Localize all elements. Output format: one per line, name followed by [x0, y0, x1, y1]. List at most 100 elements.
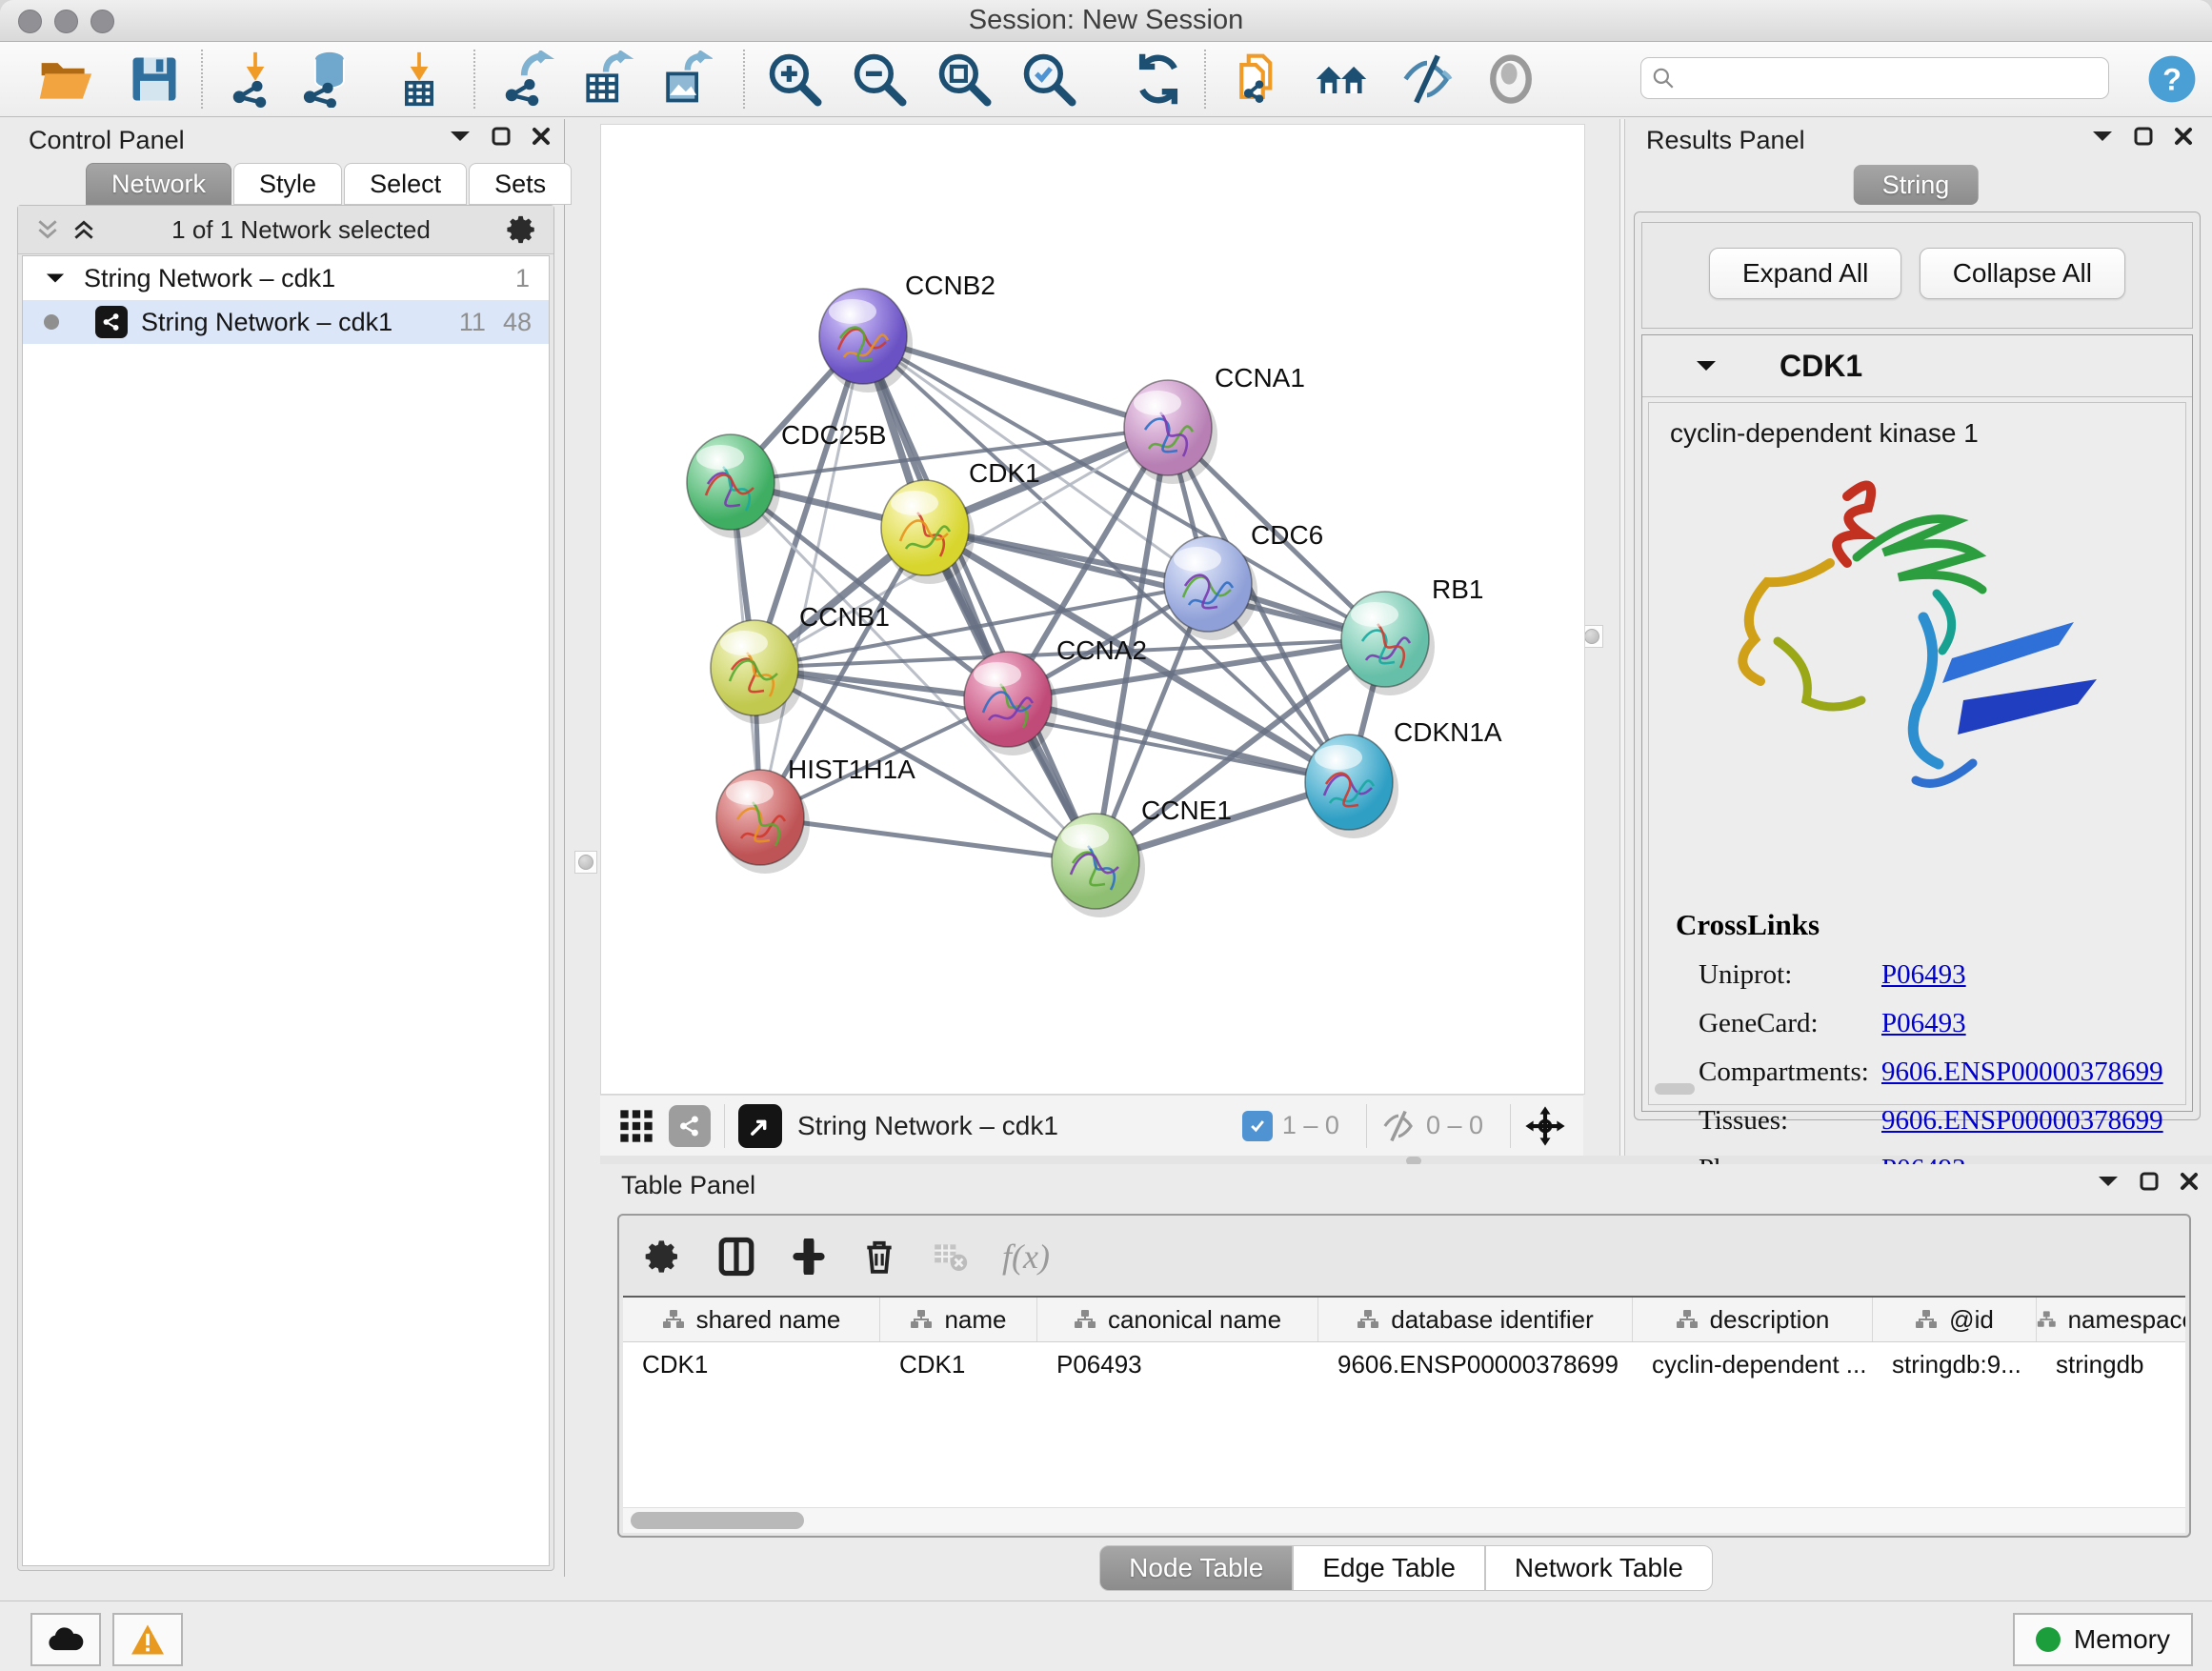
save-session-button[interactable] — [126, 50, 183, 108]
panel-menu-icon[interactable] — [2098, 1175, 2119, 1188]
panel-menu-icon[interactable] — [2092, 130, 2113, 143]
search-input[interactable] — [1676, 63, 2099, 94]
crosslink-link[interactable]: 9606.ENSP00000378699 — [1881, 1057, 2163, 1088]
memory-button[interactable]: Memory — [2013, 1613, 2193, 1666]
crosslinks-title: CrossLinks — [1676, 908, 2163, 942]
column-header[interactable]: description — [1633, 1298, 1873, 1341]
expand-all-button[interactable]: Expand All — [1709, 248, 1901, 299]
hidden-count: 0 – 0 — [1426, 1111, 1483, 1140]
zoom-selected-button[interactable] — [1020, 50, 1077, 108]
search-box — [1640, 57, 2109, 99]
help-button[interactable]: ? — [2147, 54, 2197, 104]
tab-network-table[interactable]: Network Table — [1485, 1545, 1713, 1591]
tab-string[interactable]: String — [1854, 165, 1979, 205]
expand-all-icon[interactable] — [71, 217, 96, 242]
edge-count: 48 — [503, 308, 532, 337]
collapse-all-icon[interactable] — [35, 217, 60, 242]
export-table-button[interactable] — [577, 50, 634, 108]
main-toolbar: ? — [0, 42, 2212, 117]
show-all-button[interactable] — [1482, 50, 1539, 108]
node-gloss — [720, 631, 768, 655]
table-horizontal-scrollbar[interactable] — [623, 1507, 2185, 1533]
tab-node-table[interactable]: Node Table — [1099, 1545, 1293, 1591]
tab-edge-table[interactable]: Edge Table — [1293, 1545, 1485, 1591]
column-type-icon — [1915, 1309, 1938, 1330]
network-view[interactable]: CCNB2CCNA1CDC25BCDK1CDC6RB1CCNB1CCNA2CDK… — [600, 124, 1585, 1095]
column-header[interactable]: @id — [1873, 1298, 2037, 1341]
refresh-layout-button[interactable] — [1130, 50, 1187, 108]
network-edge[interactable] — [760, 817, 1096, 861]
scrollbar-thumb[interactable] — [631, 1512, 804, 1529]
show-columns-icon[interactable] — [716, 1237, 756, 1277]
status-bar: Memory — [0, 1601, 2212, 1671]
hide-unselected-button[interactable] — [1398, 50, 1456, 108]
maximize-window-icon[interactable] — [90, 10, 114, 33]
collapse-section-icon[interactable] — [1696, 359, 1717, 372]
panel-menu-icon[interactable] — [450, 130, 471, 143]
refresh-icon — [1130, 50, 1187, 108]
crosslink-link[interactable]: 9606.ENSP00000378699 — [1881, 1105, 2163, 1137]
hidden-items-icon[interactable] — [1380, 1108, 1417, 1144]
node-gloss — [1061, 824, 1109, 849]
crosslink-link[interactable]: P06493 — [1881, 959, 1966, 991]
import-network-button[interactable] — [227, 50, 284, 108]
export-image-button[interactable] — [655, 50, 713, 108]
cloud-status-button[interactable] — [30, 1613, 101, 1666]
table-row[interactable]: CDK1CDK1P064939606.ENSP00000378699cyclin… — [623, 1342, 2185, 1386]
import-table-button[interactable] — [391, 50, 448, 108]
open-session-button[interactable] — [36, 50, 93, 108]
clone-network-button[interactable] — [1231, 50, 1288, 108]
float-panel-icon[interactable] — [2140, 1172, 2159, 1191]
collapse-all-button[interactable]: Collapse All — [1920, 248, 2125, 299]
function-builder-icon[interactable]: f(x) — [1002, 1237, 1050, 1277]
close-panel-icon[interactable] — [2174, 127, 2193, 146]
tab-sets[interactable]: Sets — [469, 163, 572, 205]
delete-table-icon[interactable] — [932, 1238, 968, 1275]
network-name: String Network – cdk1 — [141, 308, 392, 337]
delete-column-trash-icon[interactable] — [861, 1238, 897, 1275]
network-row[interactable]: String Network – cdk1 11 48 — [23, 300, 549, 344]
table-settings-gear-icon[interactable] — [644, 1238, 682, 1276]
left-splitter-handle[interactable] — [574, 851, 597, 874]
grid-view-icon[interactable] — [617, 1107, 655, 1145]
column-header-label: namespace — [2068, 1305, 2185, 1335]
tab-network[interactable]: Network — [86, 163, 231, 205]
crosslinks-section: CrossLinks Uniprot:P06493GeneCard:P06493… — [1676, 908, 2163, 1185]
tree-expand-icon[interactable] — [46, 272, 65, 285]
tab-select[interactable]: Select — [344, 163, 467, 205]
gear-icon[interactable] — [506, 213, 538, 246]
minimize-window-icon[interactable] — [54, 10, 78, 33]
column-header[interactable]: canonical name — [1037, 1298, 1318, 1341]
selected-nodes-checkbox[interactable] — [1242, 1111, 1273, 1141]
close-panel-icon[interactable] — [2180, 1172, 2199, 1191]
column-header[interactable]: namespace — [2037, 1298, 2185, 1341]
control-panel-tabs: NetworkStyleSelectSets — [86, 163, 573, 205]
float-panel-icon[interactable] — [2134, 127, 2153, 146]
network-collection-row[interactable]: String Network – cdk1 1 — [23, 256, 549, 300]
warning-status-button[interactable] — [112, 1613, 183, 1666]
column-header-label: name — [944, 1305, 1006, 1335]
column-header[interactable]: shared name — [623, 1298, 880, 1341]
network-edge[interactable] — [760, 336, 863, 817]
export-network-button[interactable] — [499, 50, 556, 108]
tab-style[interactable]: Style — [233, 163, 342, 205]
table-panel: Table Panel f(x) shared namenamecanonica… — [600, 1164, 2212, 1601]
zoom-out-button[interactable] — [851, 50, 908, 108]
cdk1-header[interactable]: CDK1 — [1642, 335, 2192, 397]
zoom-in-button[interactable] — [766, 50, 823, 108]
close-panel-icon[interactable] — [532, 127, 551, 146]
pan-move-icon[interactable] — [1524, 1105, 1566, 1147]
float-panel-icon[interactable] — [492, 127, 511, 146]
string-view-icon[interactable] — [669, 1105, 711, 1147]
zoom-fit-button[interactable] — [935, 50, 993, 108]
birds-eye-view-button[interactable] — [738, 1104, 782, 1148]
close-window-icon[interactable] — [18, 10, 42, 33]
network-manager: 1 of 1 Network selected String Network –… — [17, 205, 554, 1571]
home-button[interactable] — [1313, 50, 1370, 108]
create-column-icon[interactable] — [791, 1238, 827, 1275]
crosslink-link[interactable]: P06493 — [1881, 1008, 1966, 1039]
import-database-button[interactable] — [299, 50, 356, 108]
column-header[interactable]: database identifier — [1318, 1298, 1633, 1341]
column-header[interactable]: name — [880, 1298, 1037, 1341]
results-scrollbar-thumb[interactable] — [1655, 1083, 1695, 1095]
